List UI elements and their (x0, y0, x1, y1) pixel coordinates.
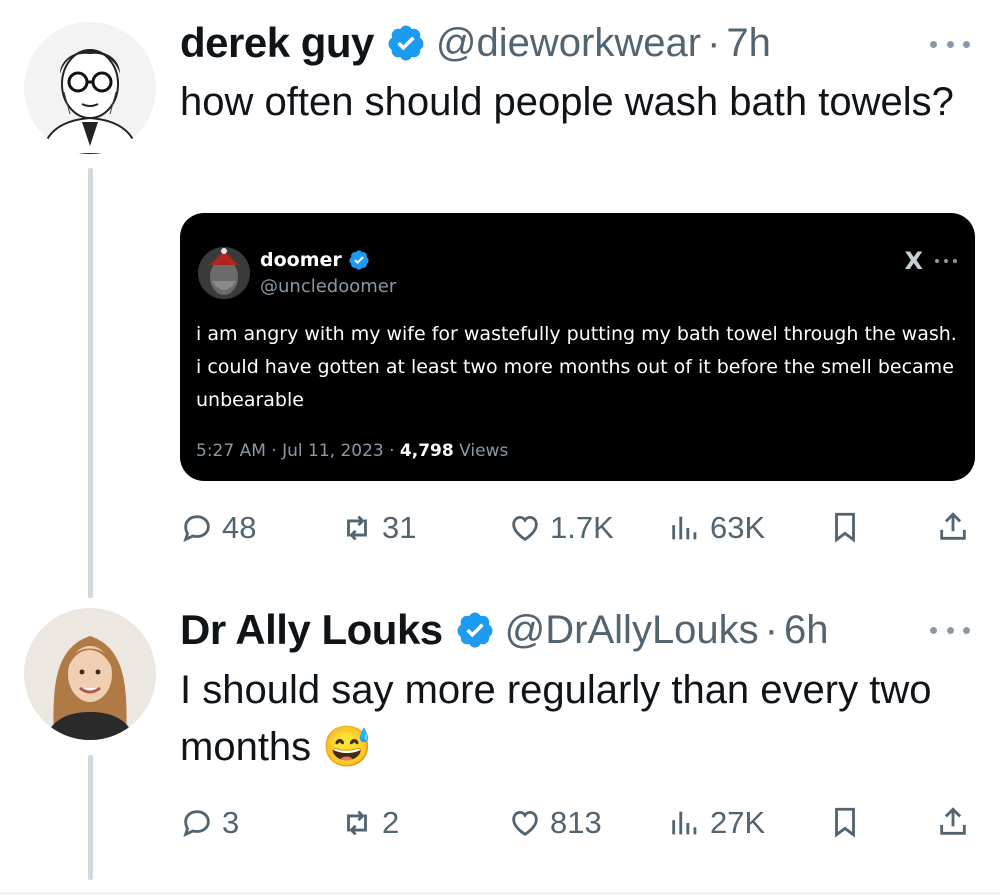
quoted-avatar[interactable] (198, 247, 250, 299)
author-handle[interactable]: @DrAllyLouks (505, 608, 759, 653)
quoted-views-count: 4,798 (399, 441, 454, 461)
repost-button[interactable]: 2 (340, 805, 399, 841)
reply-count: 48 (222, 510, 257, 545)
reply-icon (180, 511, 214, 545)
quoted-timestamp: 5:27 AM · Jul 11, 2023 · (196, 441, 400, 461)
verified-badge-icon (386, 23, 426, 63)
bookmark-icon (828, 510, 862, 544)
thread-line (88, 168, 93, 598)
author-name[interactable]: derek guy (180, 19, 374, 67)
views-icon (668, 511, 702, 545)
avatar[interactable] (24, 608, 156, 740)
quoted-views-label: Views (453, 441, 509, 461)
quoted-more-icon[interactable] (935, 259, 957, 265)
bookmark-button[interactable] (828, 510, 862, 544)
like-button[interactable]: 813 (508, 805, 602, 841)
views-icon (668, 806, 702, 840)
thread-line (88, 755, 93, 880)
quoted-author-name-text: doomer (260, 249, 342, 271)
reply-icon (180, 806, 214, 840)
tweet-actions: 3 2 813 27K (180, 805, 980, 845)
quoted-tweet-card[interactable]: doomer @uncledoomer X i am angry with my… (180, 213, 975, 481)
share-button[interactable] (936, 510, 970, 544)
tweet-actions: 48 31 1.7K 63K (180, 510, 980, 550)
repost-count: 2 (382, 805, 400, 840)
share-button[interactable] (936, 805, 970, 839)
timestamp[interactable]: 7h (726, 21, 771, 66)
tweet-header: derek guy @dieworkwear · 7h (180, 16, 771, 70)
bookmark-button[interactable] (828, 805, 862, 839)
quoted-tweet-meta: 5:27 AM · Jul 11, 2023 · 4,798 Views (196, 441, 508, 461)
views-count: 27K (710, 805, 766, 840)
author-handle[interactable]: @dieworkwear (436, 21, 701, 66)
quoted-author-name[interactable]: doomer (260, 249, 370, 271)
tweet-header: Dr Ally Louks @DrAllyLouks · 6h (180, 603, 829, 657)
timestamp[interactable]: 6h (784, 608, 829, 653)
more-icon[interactable] (930, 34, 970, 54)
x-logo-icon: X (904, 247, 923, 275)
tweet-text: I should say more regularly than every t… (180, 668, 932, 769)
more-icon[interactable] (930, 620, 970, 640)
repost-button[interactable]: 31 (340, 510, 416, 546)
views-button[interactable]: 63K (668, 510, 765, 546)
tweet-text: how often should people wash bath towels… (180, 80, 954, 124)
like-count: 1.7K (550, 510, 614, 545)
verified-badge-icon (455, 610, 495, 650)
share-icon (936, 510, 970, 544)
views-button[interactable]: 27K (668, 805, 765, 841)
quoted-tweet-text: i am angry with my wife for wastefully p… (196, 323, 957, 411)
like-button[interactable]: 1.7K (508, 510, 614, 546)
repost-icon (340, 511, 374, 545)
share-icon (936, 805, 970, 839)
separator-dot: · (764, 607, 779, 652)
reply-button[interactable]: 48 (180, 510, 256, 546)
like-icon (508, 806, 542, 840)
repost-icon (340, 806, 374, 840)
repost-count: 31 (382, 510, 417, 545)
verified-badge-icon (348, 249, 370, 271)
quoted-author-handle[interactable]: @uncledoomer (260, 276, 396, 297)
views-count: 63K (710, 510, 766, 545)
bookmark-icon (828, 805, 862, 839)
author-name[interactable]: Dr Ally Louks (180, 606, 443, 654)
like-count: 813 (550, 805, 602, 840)
reply-button[interactable]: 3 (180, 805, 239, 841)
avatar[interactable] (24, 22, 156, 154)
reply-count: 3 (222, 805, 240, 840)
separator-dot: · (707, 20, 721, 65)
like-icon (508, 511, 542, 545)
